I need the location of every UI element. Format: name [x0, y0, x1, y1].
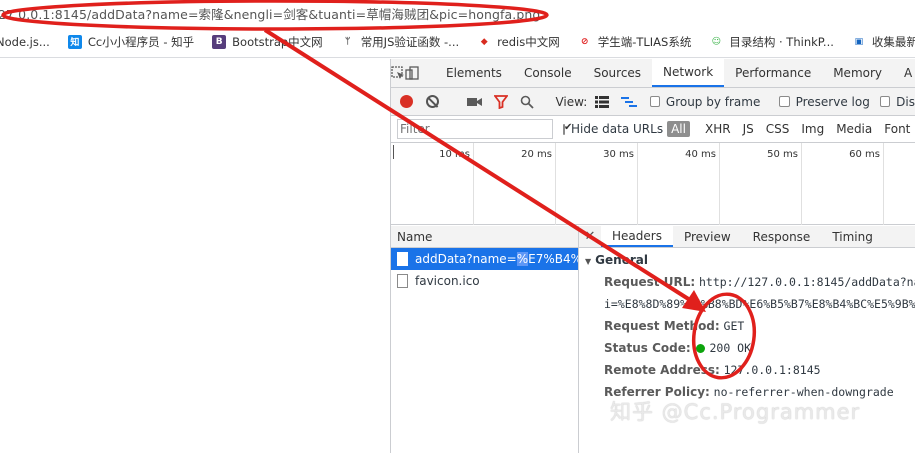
search-button[interactable] — [516, 90, 538, 114]
bookmark-js-validate[interactable]: ᛘ 常用JS验证函数 -... — [341, 34, 459, 50]
tab-memory[interactable]: Memory — [822, 59, 893, 87]
type-filter-font[interactable]: Font — [879, 122, 915, 136]
type-filter-media[interactable]: Media — [831, 122, 877, 136]
bookmark-collect[interactable]: ▣收集最新免 — [852, 34, 915, 50]
network-toolbar: View: Group by frame Preserve log Dis — [391, 88, 915, 116]
record-button[interactable] — [395, 90, 417, 114]
tlias-icon: ⊘ — [580, 36, 589, 47]
general-section-toggle[interactable]: ▼ General — [579, 248, 915, 271]
video-camera-icon — [467, 97, 483, 106]
waterfall-view-button[interactable] — [617, 90, 639, 114]
filter-toggle-button[interactable] — [490, 90, 512, 114]
request-url-row: Request URL: http://127.0.0.1:8145/addDa… — [604, 275, 915, 289]
bookmark-bootstrap[interactable]: B Bootstrap中文网 — [212, 34, 323, 50]
url-text[interactable]: 27.0.0.1:8145/addData?name=索隆&nengli=剑客&… — [0, 4, 540, 23]
type-filter-img[interactable]: Img — [796, 122, 829, 136]
request-list: Name addData?name=%E7%B4%... favicon.ico — [391, 226, 579, 453]
filter-funnel-icon — [494, 94, 509, 109]
disable-cache-checkbox[interactable] — [879, 96, 891, 107]
tab-sources[interactable]: Sources — [583, 59, 652, 87]
waterfall-icon — [620, 96, 637, 107]
devtools-panel: Elements Console Sources Network Perform… — [391, 59, 915, 453]
bookmarks-bar: Node.js... 知 Cc小小程序员 - 知乎 B Bootstrap中文网 ᛘ… — [0, 26, 915, 58]
request-url-continued: i=%E8%8D%89%E5%B8%BD%E6%B5%B7%E8%B4%BC%E… — [604, 297, 915, 311]
preserve-log-checkbox[interactable] — [779, 96, 790, 107]
request-row-favicon[interactable]: favicon.ico — [391, 270, 578, 292]
timeline-tick: 20 ms — [521, 143, 556, 225]
detail-tab-bar: ✕ Headers Preview Response Timing — [579, 226, 915, 248]
tab-application[interactable]: A — [893, 59, 915, 87]
status-code-row: Status Code: 200 OK — [604, 341, 752, 355]
device-toggle-icon[interactable] — [405, 59, 419, 87]
group-by-frame-label: Group by frame — [665, 94, 761, 109]
bookmark-redis[interactable]: ◆ redis中文网 — [477, 34, 560, 50]
large-rows-button[interactable] — [591, 90, 613, 114]
timeline-tick: 10 ms — [439, 143, 474, 225]
network-overview-timeline[interactable]: 10 ms 20 ms 30 ms 40 ms 50 ms 60 ms — [391, 143, 915, 225]
triangle-down-icon: ▼ — [585, 257, 592, 266]
close-icon[interactable]: ✕ — [579, 226, 601, 247]
request-name: favicon.ico — [415, 274, 480, 288]
capture-screenshots-button[interactable] — [464, 90, 486, 114]
type-filter-js[interactable]: JS — [738, 122, 759, 136]
bootstrap-icon: B — [212, 34, 227, 49]
thinkphp-icon: ☺ — [711, 36, 722, 47]
hide-data-urls-label: Hide data URLs — [571, 122, 664, 136]
tab-elements[interactable]: Elements — [435, 59, 513, 87]
status-ok-dot-icon — [696, 344, 706, 353]
type-filter-css[interactable]: CSS — [761, 122, 795, 136]
tab-preview[interactable]: Preview — [673, 226, 742, 247]
zhihu-watermark: 知乎 @Cc.Programmer — [610, 400, 861, 424]
bookmark-nodejs[interactable]: Node.js... — [0, 35, 50, 49]
request-name: addData?name=%E7%B4%... — [415, 252, 578, 266]
preserve-log-label: Preserve log — [795, 94, 870, 109]
list-view-icon — [595, 95, 610, 108]
tab-response[interactable]: Response — [742, 226, 822, 247]
disable-cache-label: Dis — [896, 94, 915, 109]
bookmark-zhihu[interactable]: 知 Cc小小程序员 - 知乎 — [67, 34, 194, 50]
hide-data-urls-checkbox[interactable] — [563, 122, 572, 135]
timeline-tick: 30 ms — [603, 143, 638, 225]
request-row-adddata[interactable]: addData?name=%E7%B4%... — [391, 248, 578, 270]
devtools-tab-bar: Elements Console Sources Network Perform… — [391, 59, 915, 88]
group-by-frame-checkbox[interactable] — [649, 96, 660, 107]
clear-button[interactable] — [421, 90, 443, 114]
address-bar[interactable]: 27.0.0.1:8145/addData?name=索隆&nengli=剑客&… — [0, 0, 915, 26]
record-icon — [399, 95, 413, 108]
tab-timing[interactable]: Timing — [821, 226, 884, 247]
type-filter-xhr[interactable]: XHR — [700, 122, 736, 136]
search-icon — [521, 95, 535, 109]
clear-icon — [425, 95, 439, 108]
type-filter-all[interactable]: All — [667, 121, 690, 137]
request-method-row: Request Method: GET — [604, 319, 745, 333]
remote-address-row: Remote Address: 127.0.0.1:8145 — [604, 363, 821, 377]
filter-bar: Hide data URLs All XHR JS CSS Img Media … — [391, 116, 915, 143]
tab-headers[interactable]: Headers — [601, 226, 673, 247]
document-icon — [397, 274, 408, 288]
document-icon — [397, 252, 408, 266]
tab-network[interactable]: Network — [652, 59, 725, 87]
feather-icon: ᛘ — [344, 36, 351, 47]
bookmark-icon: ▣ — [854, 36, 864, 47]
filter-input[interactable] — [397, 119, 553, 139]
timeline-tick: 50 ms — [767, 143, 802, 225]
inspect-element-icon[interactable] — [391, 59, 405, 87]
timeline-tick: 60 ms — [849, 143, 884, 225]
zhihu-icon: 知 — [67, 34, 82, 49]
bookmark-thinkphp[interactable]: ☺ 目录结构 · ThinkP... — [709, 34, 834, 50]
timeline-tick: 40 ms — [685, 143, 720, 225]
tab-performance[interactable]: Performance — [724, 59, 822, 87]
bookmark-tlias[interactable]: ⊘ 学生端-TLIAS系统 — [578, 34, 691, 50]
page-viewport — [0, 59, 391, 453]
view-label: View: — [555, 94, 588, 109]
column-header-name[interactable]: Name — [391, 226, 578, 248]
redis-icon: ◆ — [480, 36, 488, 47]
timeline-cursor — [393, 145, 394, 159]
tab-console[interactable]: Console — [513, 59, 583, 87]
